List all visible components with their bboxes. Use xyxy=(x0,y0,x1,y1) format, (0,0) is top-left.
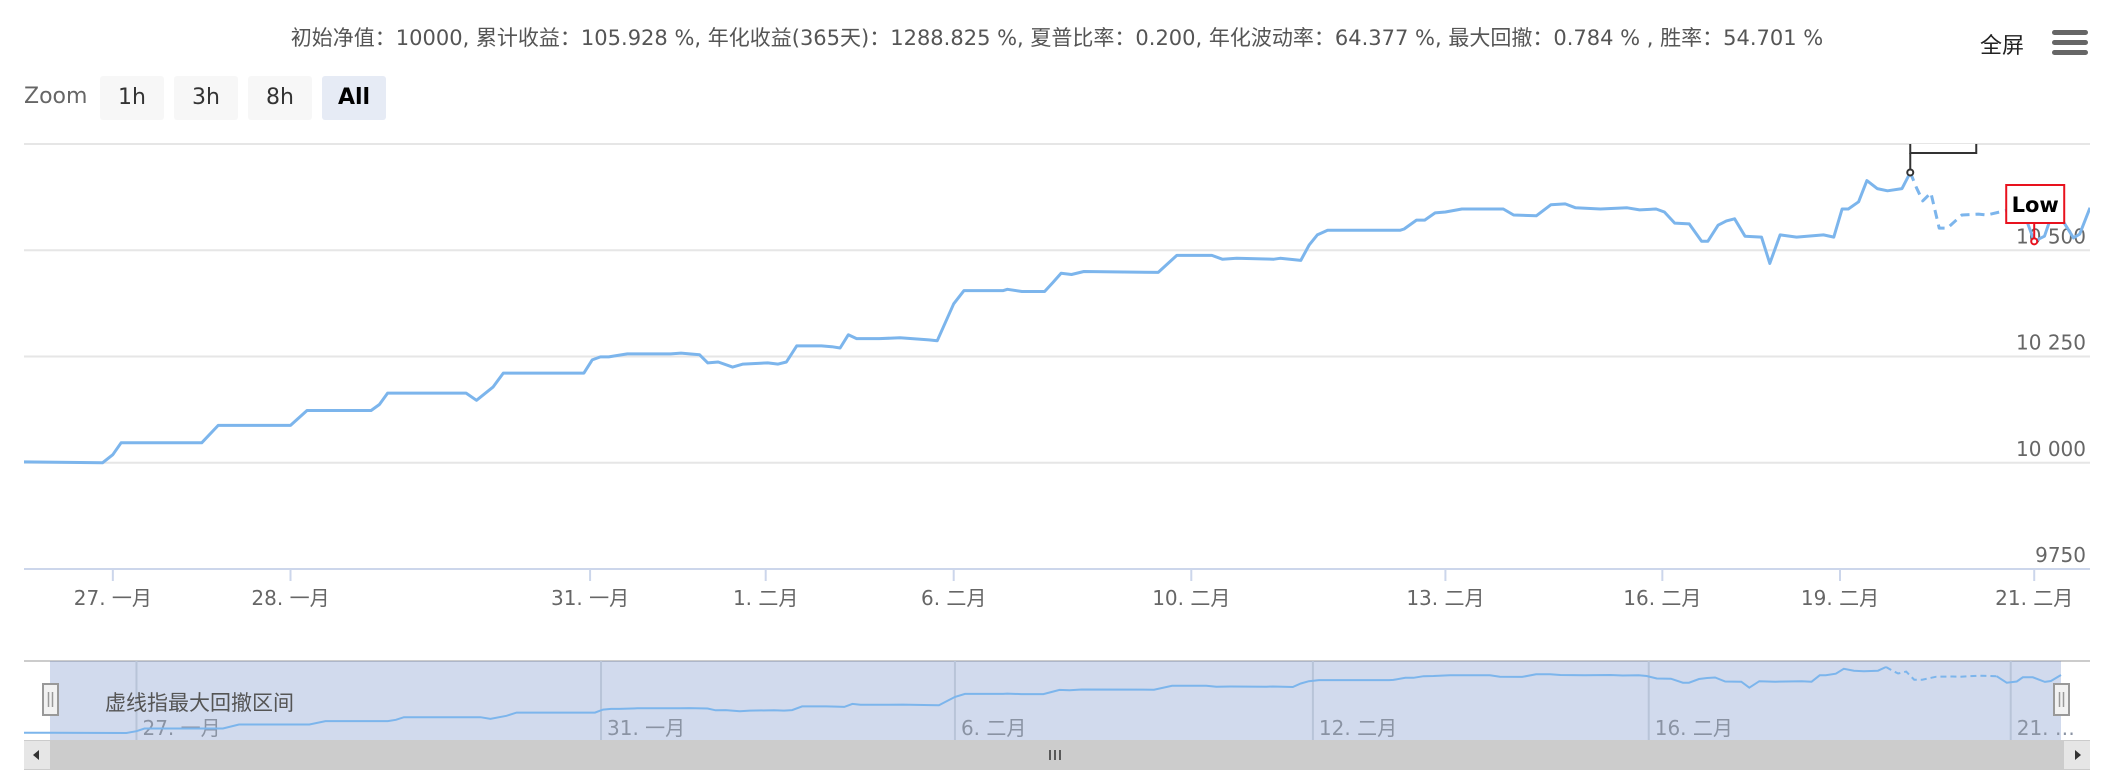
chart-svg: 975010 00010 25010 500 27. 一月 28. 一月 31. 一… xyxy=(24,143,2090,770)
navigator-left-handle[interactable] xyxy=(42,683,59,716)
drawdown-note: 虚线指最大回撤区间 xyxy=(105,691,294,715)
navigator-tick-label: 21. … xyxy=(2017,716,2075,740)
low-flag-point xyxy=(2030,237,2039,246)
low-flag-label: Low xyxy=(2012,193,2059,217)
handle-box xyxy=(42,683,59,716)
high-flag-point xyxy=(1906,168,1915,177)
scrollbar xyxy=(24,740,2090,770)
x-tick-label: 27. 一月 xyxy=(74,586,152,610)
navigator-tick-label: 12. 二月 xyxy=(1319,716,1397,740)
high-flag-box xyxy=(1909,144,1978,154)
x-tick-label: 21. 二月 xyxy=(1995,586,2073,610)
handle-box xyxy=(2053,683,2070,716)
navigator-tick-label: 31. 一月 xyxy=(607,716,685,740)
x-tick-label: 16. 二月 xyxy=(1623,586,1701,610)
equity-line xyxy=(24,171,1912,465)
navigator-tick-label: 6. 二月 xyxy=(961,716,1026,740)
navigator-right-handle[interactable] xyxy=(2053,683,2070,716)
x-tick-label: 19. 二月 xyxy=(1801,586,1879,610)
y-tick-label: 10 000 xyxy=(2016,437,2086,461)
x-tick-label: 13. 二月 xyxy=(1406,586,1484,610)
navigator-mask xyxy=(50,661,2061,740)
scroll-left-button[interactable] xyxy=(24,741,50,769)
x-tick-label: 6. 二月 xyxy=(921,586,986,610)
x-tick-label: 31. 一月 xyxy=(551,586,629,610)
x-tick-label: 10. 二月 xyxy=(1152,586,1230,610)
x-tick-label: 1. 二月 xyxy=(733,586,798,610)
x-tick-label: 28. 一月 xyxy=(251,586,329,610)
y-tick-label: 10 250 xyxy=(2016,331,2086,355)
equity-chart-widget: 初始净值：10000, 累计收益：105.928 %, 年化收益(365天)：1… xyxy=(0,0,2116,784)
scroll-right-button[interactable] xyxy=(2064,741,2090,769)
y-tick-label: 9750 xyxy=(2035,543,2086,567)
navigator-tick-label: 16. 二月 xyxy=(1655,716,1733,740)
